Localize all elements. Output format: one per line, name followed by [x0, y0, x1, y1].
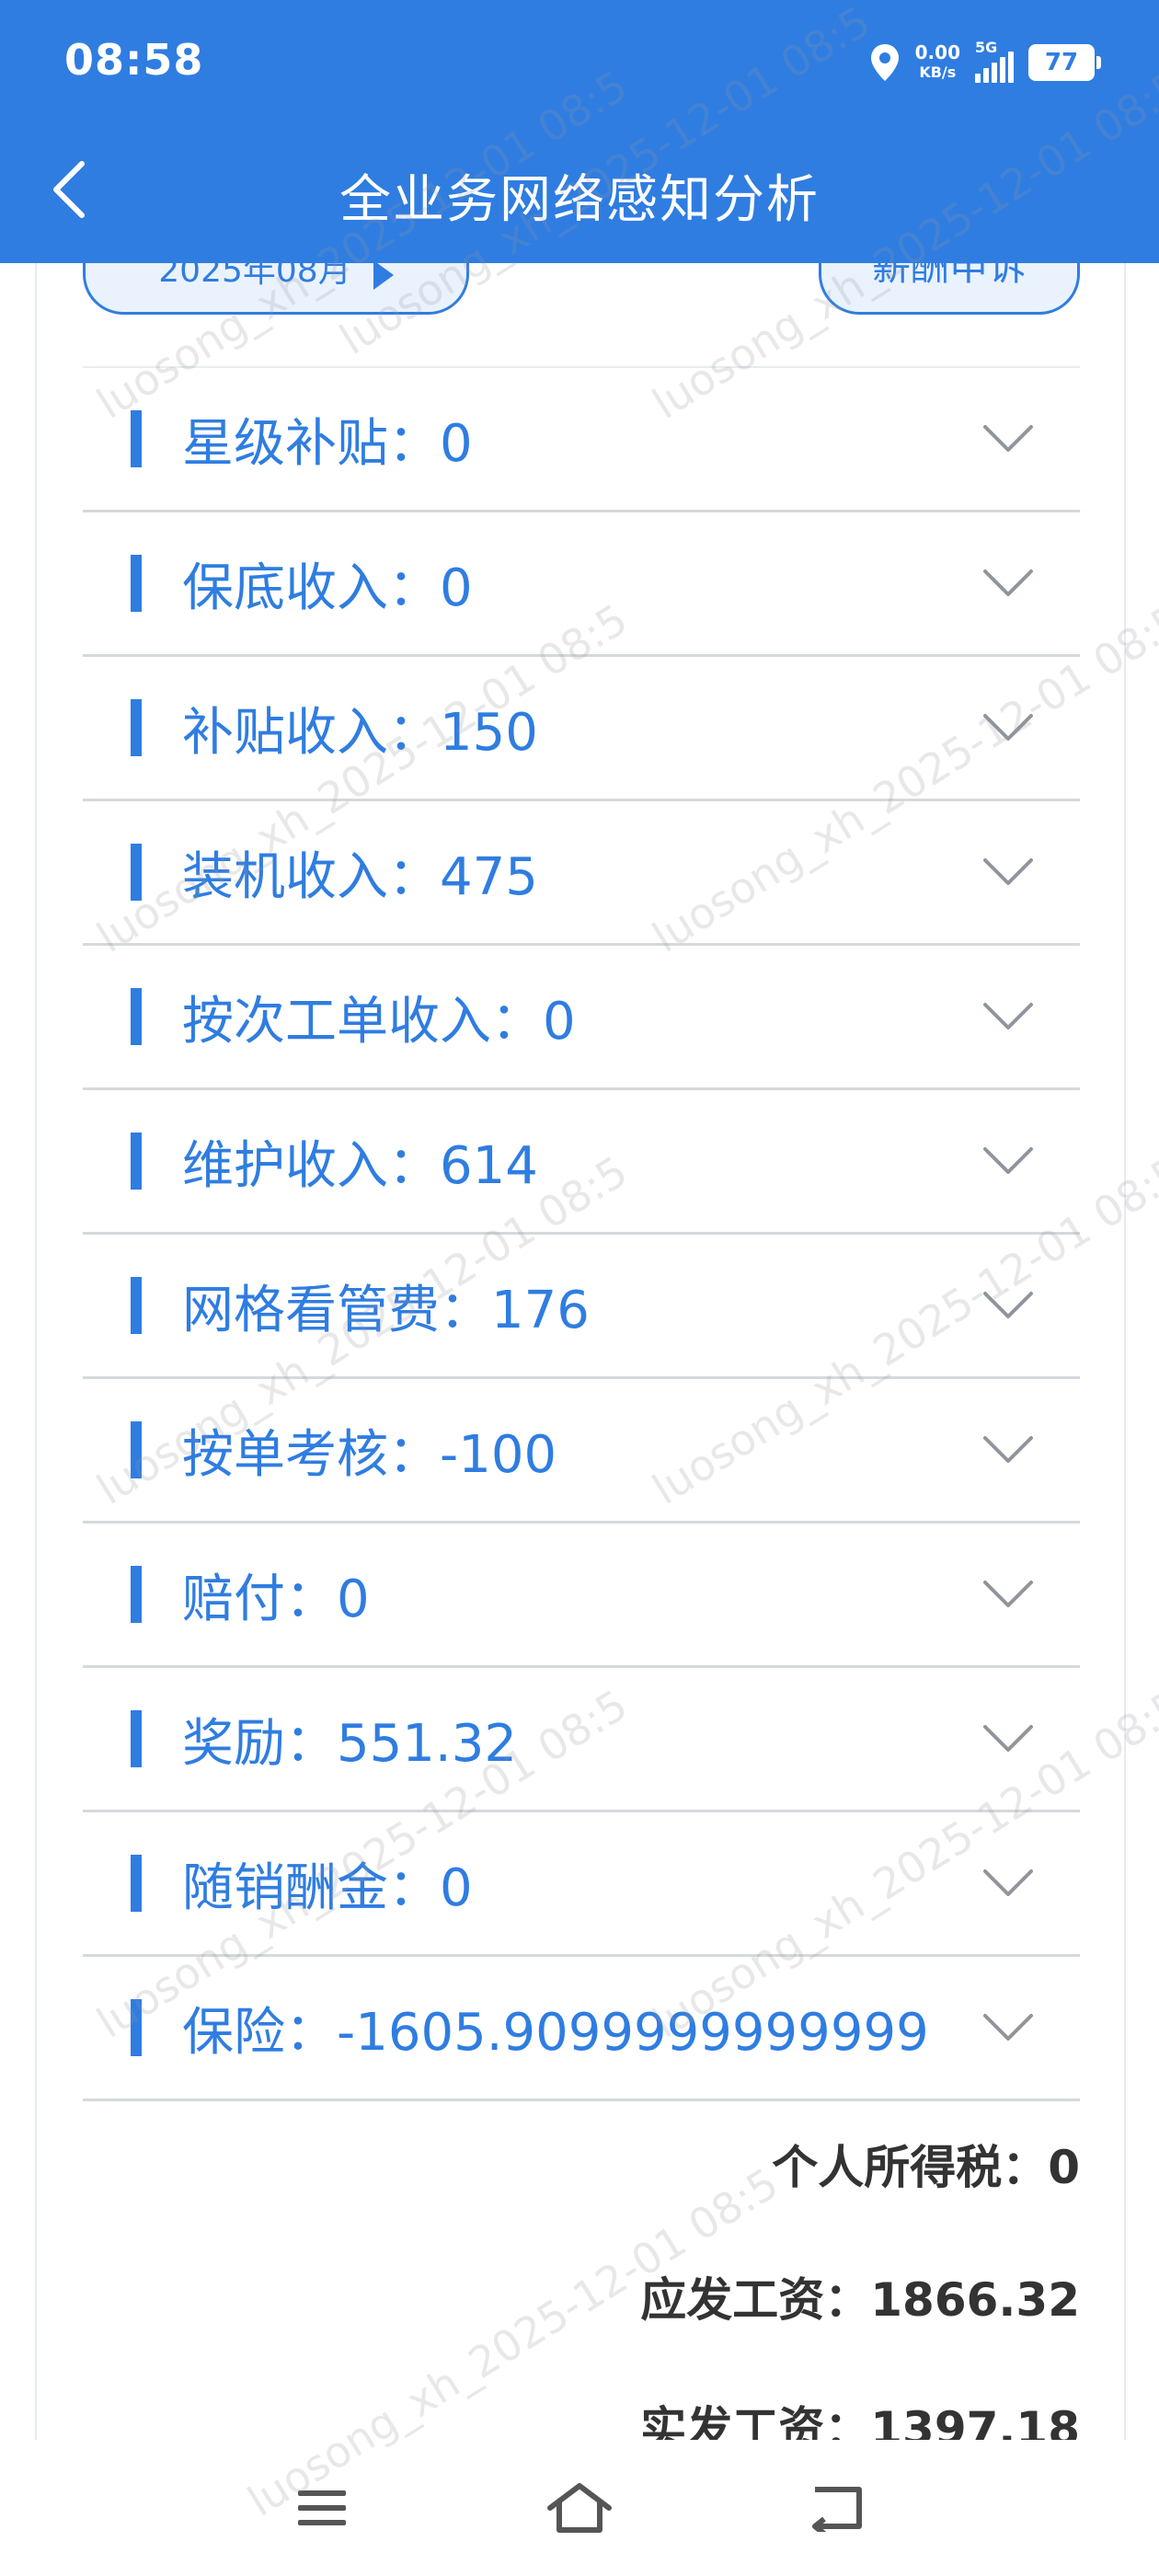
battery-icon: 77 — [1028, 44, 1101, 81]
network-speed: 0.00 KB/s — [915, 42, 960, 83]
page-title: 全业务网络感知分析 — [339, 170, 820, 230]
chevron-down-icon — [982, 424, 1034, 457]
income-row-per-order-income[interactable]: 按次工单收入：0 — [83, 946, 1080, 1090]
row-label: 维护收入：614 — [182, 1135, 538, 1196]
row-marker — [131, 988, 142, 1045]
income-row-maintenance-income[interactable]: 维护收入：614 — [83, 1090, 1080, 1235]
location-pin-icon — [869, 42, 901, 83]
chevron-down-icon — [982, 1580, 1034, 1613]
row-marker — [131, 844, 142, 901]
row-marker — [131, 1566, 142, 1623]
income-row-installation-income[interactable]: 装机收入：475 — [83, 801, 1080, 946]
chevron-down-icon — [982, 569, 1034, 602]
system-nav-bar — [0, 2440, 1159, 2576]
gross-salary: 应发工资：1866.32 — [640, 2273, 1080, 2327]
network-type: 5G — [975, 39, 998, 56]
chevron-down-icon — [982, 1724, 1034, 1757]
row-label: 补贴收入：150 — [182, 702, 538, 763]
income-row-subsidy-income[interactable]: 补贴收入：150 — [83, 657, 1080, 801]
income-row-compensation[interactable]: 赔付：0 — [83, 1524, 1080, 1668]
app-header: 08:58 0.00 KB/s 5G 77 全业务网络感知分析 — [0, 0, 1159, 263]
network-speed-value: 0.00 — [914, 41, 960, 63]
status-time: 08:58 — [64, 35, 204, 85]
chevron-down-icon — [982, 1291, 1034, 1324]
row-marker — [131, 1710, 142, 1767]
income-row-bonus[interactable]: 奖励：551.32 — [83, 1668, 1080, 1812]
chevron-down-icon — [982, 1002, 1034, 1035]
income-list: 星级补贴：0 保底收入：0 补贴收入：150 装机收入：475 按次工单收入：0 — [83, 368, 1080, 2101]
row-label: 星级补贴：0 — [182, 413, 473, 474]
row-marker — [131, 1421, 142, 1478]
row-label: 装机收入：475 — [182, 846, 538, 907]
row-label: 随销酬金：0 — [182, 1857, 473, 1918]
row-marker — [131, 699, 142, 756]
row-label: 奖励：551.32 — [182, 1713, 517, 1774]
row-marker — [131, 410, 142, 467]
chevron-down-icon — [982, 2013, 1034, 2046]
chevron-down-icon — [982, 1869, 1034, 1902]
status-icons: 0.00 KB/s 5G 77 — [869, 37, 1101, 88]
income-row-order-assessment[interactable]: 按单考核：-100 — [83, 1379, 1080, 1524]
income-row-star-subsidy[interactable]: 星级补贴：0 — [83, 368, 1080, 512]
chevron-down-icon — [982, 713, 1034, 746]
row-label: 按单考核：-100 — [182, 1424, 557, 1485]
nav-menu-button[interactable] — [285, 2473, 359, 2547]
network-speed-unit: KB/s — [919, 63, 957, 81]
nav-back-button[interactable] — [800, 2473, 874, 2547]
row-marker — [131, 1277, 142, 1334]
menu-icon — [296, 2487, 348, 2533]
income-row-sales-commission[interactable]: 随销酬金：0 — [83, 1812, 1080, 1957]
back-icon — [809, 2484, 865, 2536]
chevron-down-icon — [982, 1435, 1034, 1468]
row-label: 保险：-1605.9099999999999 — [182, 2002, 929, 2063]
row-marker — [131, 1855, 142, 1912]
battery-level: 77 — [1044, 49, 1079, 76]
row-marker — [131, 1999, 142, 2056]
income-row-insurance[interactable]: 保险：-1605.9099999999999 — [83, 1957, 1080, 2101]
income-row-base-income[interactable]: 保底收入：0 — [83, 512, 1080, 657]
chevron-down-icon — [982, 1146, 1034, 1179]
row-label: 网格看管费：176 — [182, 1280, 590, 1340]
row-label: 赔付：0 — [182, 1569, 370, 1629]
row-marker — [131, 1133, 142, 1190]
row-label: 按次工单收入：0 — [182, 991, 576, 1052]
caret-right-icon — [373, 260, 394, 290]
personal-income-tax: 个人所得税：0 — [772, 2141, 1080, 2194]
chevron-down-icon — [982, 857, 1034, 891]
row-label: 保底收入：0 — [182, 558, 473, 618]
nav-home-button[interactable] — [543, 2473, 616, 2547]
home-icon — [546, 2482, 613, 2537]
signal-strength-icon: 5G — [975, 39, 1014, 83]
income-row-grid-fee[interactable]: 网格看管费：176 — [83, 1235, 1080, 1379]
row-marker — [131, 555, 142, 612]
